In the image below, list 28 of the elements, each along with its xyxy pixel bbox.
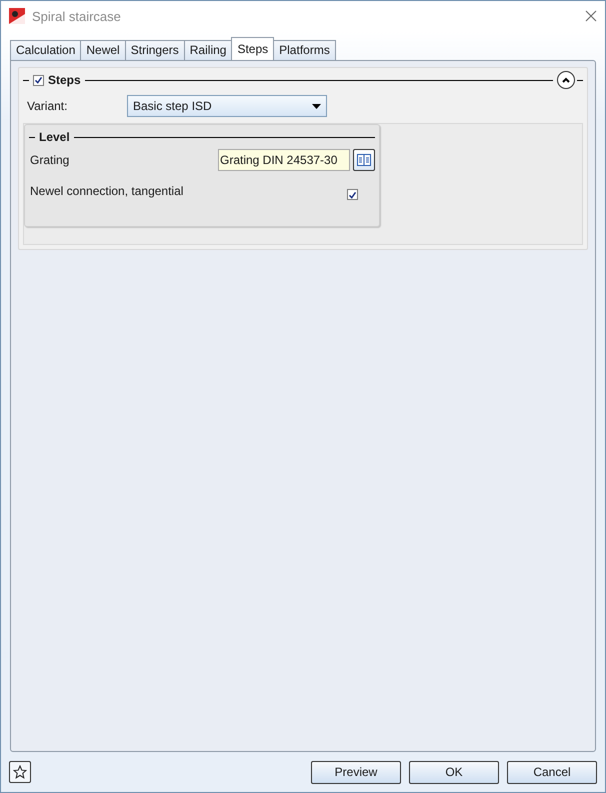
app-icon — [9, 8, 25, 24]
window-title: Spiral staircase — [32, 8, 122, 24]
variant-label: Variant: — [27, 99, 68, 113]
favorites-button[interactable] — [9, 761, 31, 783]
variant-dropdown[interactable]: Basic step ISD — [127, 95, 327, 117]
catalog-icon — [357, 154, 371, 166]
group-title: Level — [39, 130, 70, 144]
tab[interactable]: Steps — [231, 37, 274, 60]
close-icon[interactable] — [585, 10, 597, 22]
dialog-button[interactable]: Preview — [311, 760, 401, 784]
input-field[interactable]: Grating DIN 24537-30 — [218, 149, 350, 171]
tab[interactable]: Platforms — [273, 40, 336, 60]
tab[interactable]: Stringers — [124, 40, 185, 60]
dialog-button[interactable]: Cancel — [507, 760, 597, 784]
caret-icon — [312, 104, 321, 108]
chevron-icon — [561, 76, 571, 84]
tab[interactable]: Newel — [80, 40, 126, 60]
group-title: Steps — [48, 73, 81, 87]
star-icon — [13, 765, 27, 779]
tab[interactable]: Calculation — [10, 40, 82, 60]
field-label: Grating — [29, 153, 70, 167]
dialog-button[interactable]: OK — [409, 760, 499, 784]
field-label: Newel connection, tangential — [29, 184, 184, 198]
catalog-button[interactable] — [353, 149, 375, 171]
checkbox[interactable] — [33, 74, 44, 86]
tab[interactable]: Railing — [184, 40, 232, 60]
checkbox[interactable] — [347, 189, 358, 200]
collapse-button[interactable] — [557, 71, 575, 89]
